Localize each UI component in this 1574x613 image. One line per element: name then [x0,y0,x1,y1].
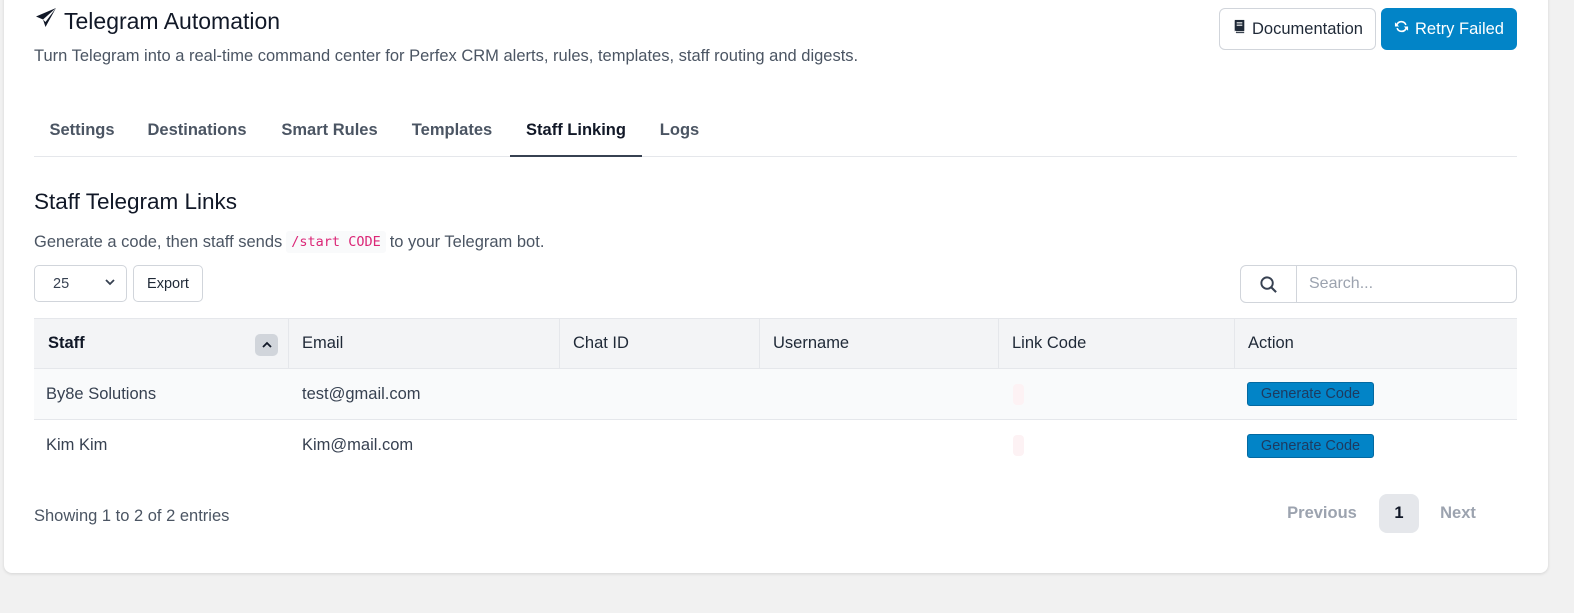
command-code: /start CODE [286,231,386,253]
retry-failed-button[interactable]: Retry Failed [1381,8,1517,50]
staff-links-table: Staff Email Chat ID Username Link Code A… [34,318,1517,471]
table-header: Staff Email Chat ID Username Link Code A… [34,318,1517,369]
column-header-action[interactable]: Action [1235,319,1517,368]
tab-logs[interactable]: Logs [644,105,715,156]
cell-email: Kim@mail.com [302,436,414,454]
tab-smart-rules[interactable]: Smart Rules [264,105,395,156]
book-icon [1232,19,1247,39]
column-header-chat-id[interactable]: Chat ID [560,319,760,368]
generate-code-button[interactable]: Generate Code [1247,433,1374,458]
page-title: Telegram Automation [64,7,281,34]
cell-link-code [999,369,1235,419]
documentation-button[interactable]: Documentation [1219,8,1376,50]
search-input[interactable] [1297,266,1516,302]
page-length-value: 25 [53,275,70,292]
export-button[interactable]: Export [133,265,203,302]
cell-chat-id [560,420,760,471]
cell-staff: Kim Kim [46,436,108,454]
cell-action: Generate Code [1235,369,1517,419]
tab-staff-linking[interactable]: Staff Linking [510,105,642,157]
link-code-badge [1013,435,1024,456]
app-header: Telegram Automation [34,6,280,36]
column-header-username[interactable]: Username [760,319,999,368]
page-1-button[interactable]: 1 [1379,494,1419,533]
previous-page-button[interactable]: Previous [1276,494,1368,533]
cell-staff: By8e Solutions [46,384,157,403]
column-header-email[interactable]: Email [289,319,560,368]
tab-bar: Settings Destinations Smart Rules Templa… [34,105,1517,157]
column-header-staff[interactable]: Staff [34,319,289,368]
help-text-after: to your Telegram bot. [389,232,545,251]
tab-templates[interactable]: Templates [396,105,508,156]
help-text: Generate a code, then staff sends /start… [34,231,544,253]
column-label: Staff [48,334,85,352]
table-info: Showing 1 to 2 of 2 entries [34,507,230,525]
section-title: Staff Telegram Links [34,189,238,214]
table-row: By8e Solutions test@gmail.com Generate C… [34,369,1517,420]
chevron-down-icon [104,276,116,292]
next-page-button[interactable]: Next [1428,494,1488,533]
documentation-label: Documentation [1252,19,1363,38]
paper-plane-icon [34,6,58,36]
search-box [1240,265,1517,303]
cell-email: test@gmail.com [302,384,421,403]
help-text-before: Generate a code, then staff sends [34,232,283,251]
column-header-link-code[interactable]: Link Code [999,319,1235,368]
tab-destinations[interactable]: Destinations [131,105,263,156]
link-code-badge [1013,383,1024,405]
generate-code-button[interactable]: Generate Code [1247,382,1374,406]
refresh-icon [1394,19,1409,39]
chevron-up-icon[interactable] [255,334,278,356]
cell-link-code [999,420,1235,471]
page-subtitle: Turn Telegram into a real-time command c… [34,47,859,65]
cell-username [760,369,999,419]
cell-username [760,420,999,471]
retry-failed-label: Retry Failed [1415,19,1504,38]
page-length-select[interactable]: 25 [34,265,127,302]
tab-settings[interactable]: Settings [34,105,130,156]
search-icon [1241,266,1297,302]
cell-action: Generate Code [1235,420,1517,471]
table-row: Kim Kim Kim@mail.com Generate Code [34,420,1517,471]
cell-chat-id [560,369,760,419]
